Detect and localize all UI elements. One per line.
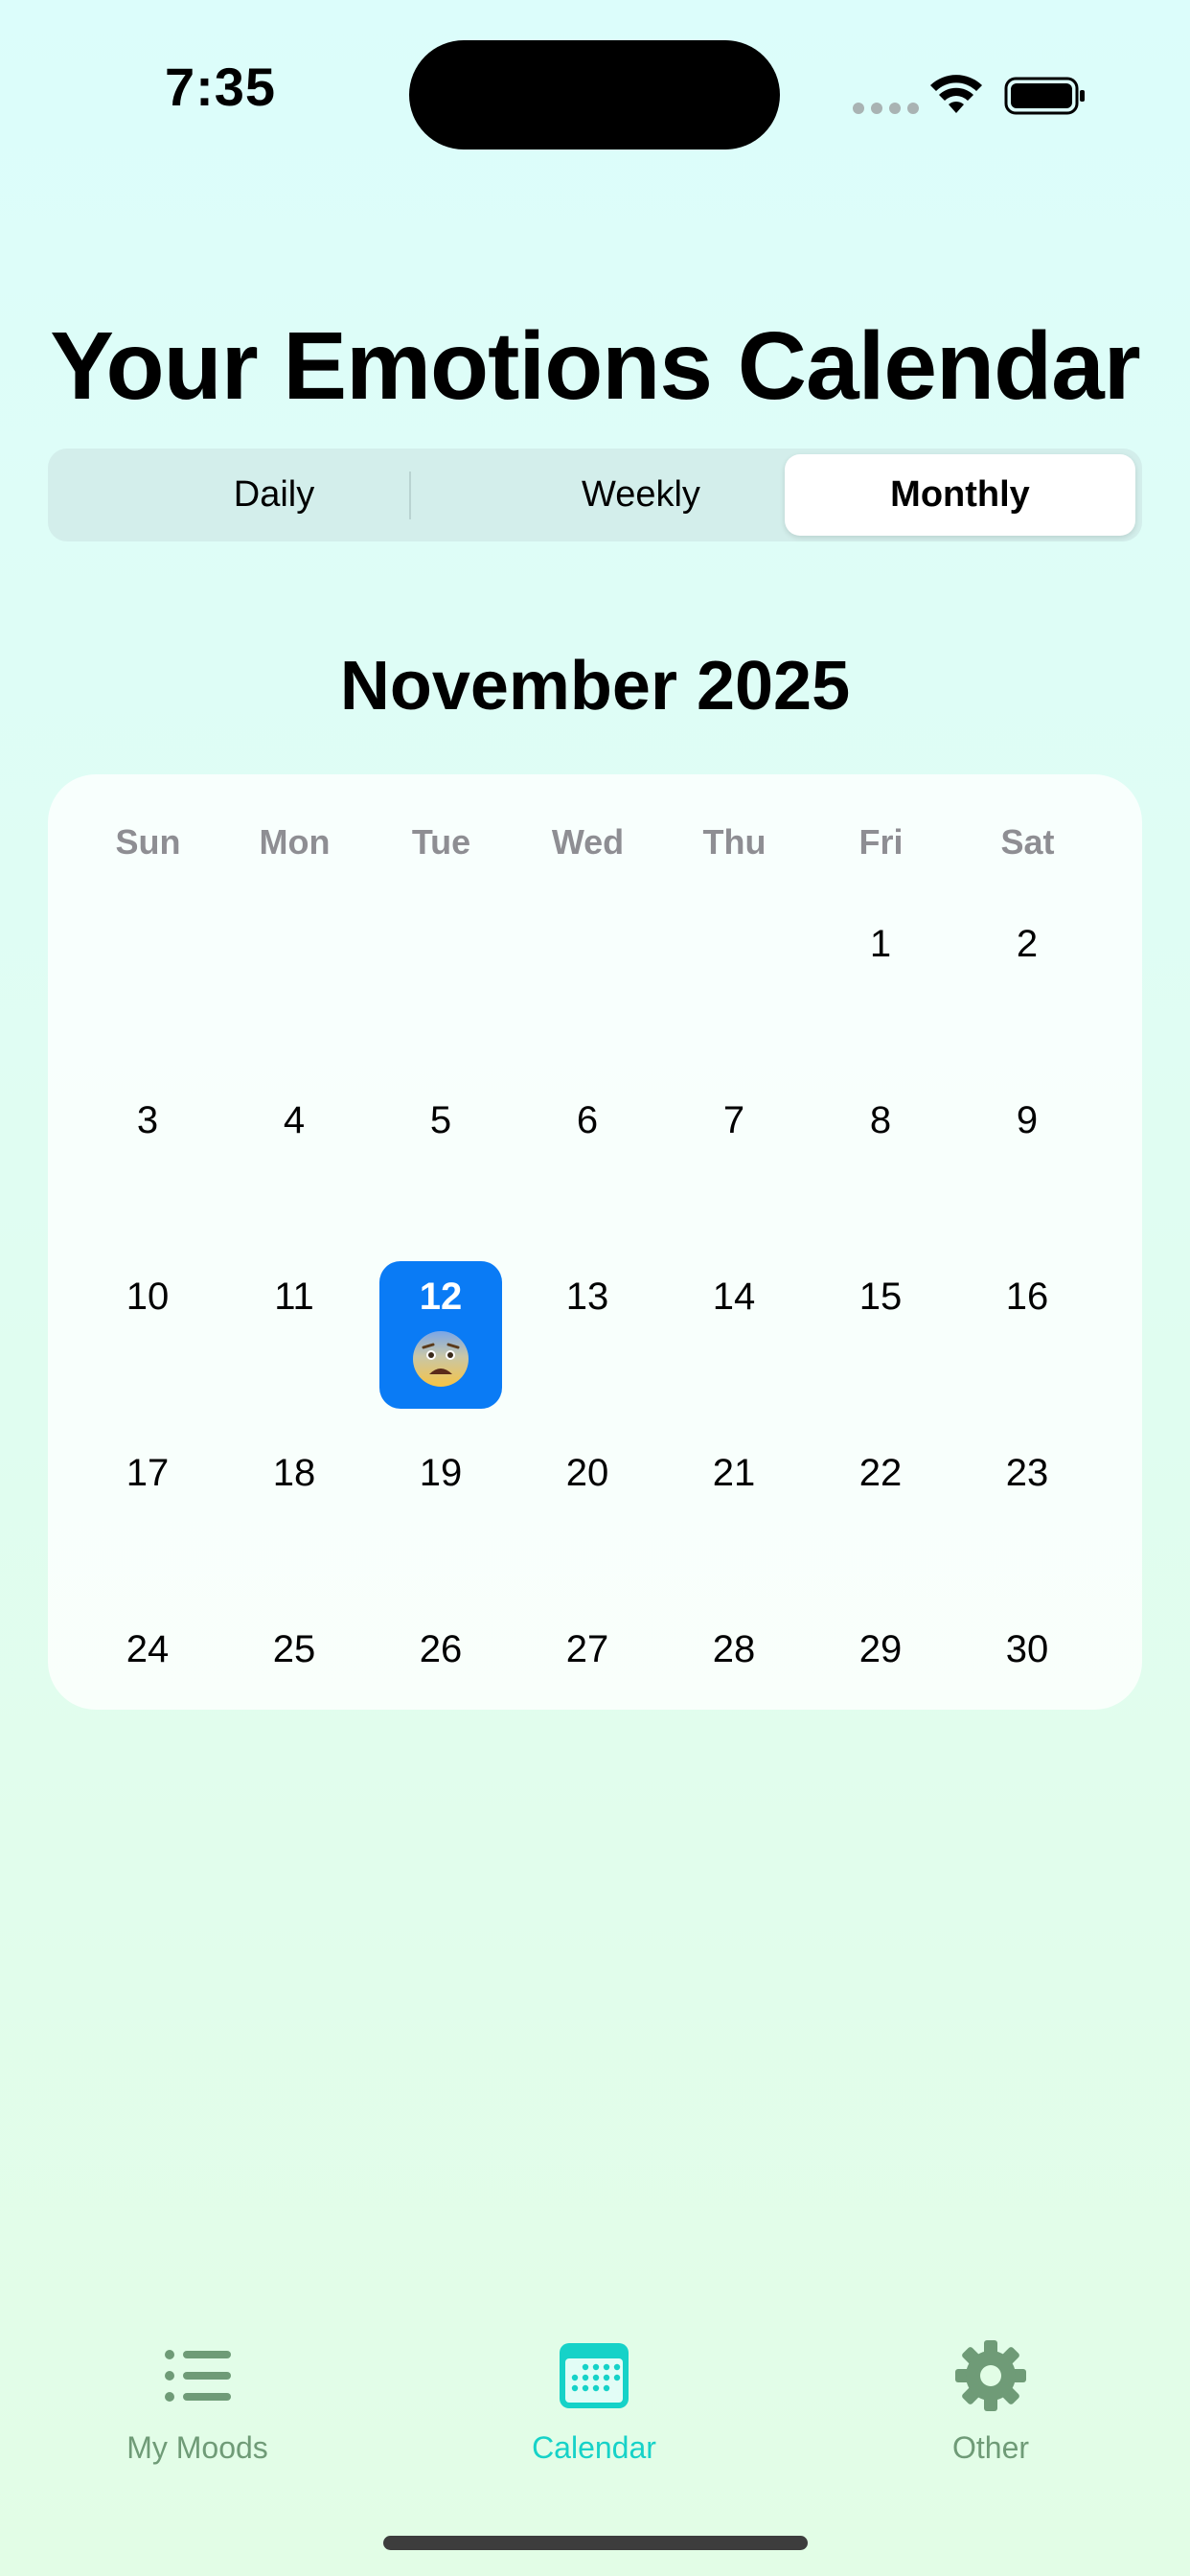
day-number: 26 (419, 1628, 463, 1670)
view-switcher: Daily Weekly Monthly (48, 448, 1142, 541)
weekday-tue: Tue (411, 822, 471, 862)
day-number: 22 (858, 1452, 903, 1494)
day-number: 18 (272, 1452, 316, 1494)
calendar-day-26[interactable]: 26 (379, 1614, 502, 1761)
tab-label-my-moods: My Moods (126, 2430, 268, 2465)
day-number: 12 (419, 1276, 463, 1318)
calendar-day-14[interactable]: 14 (673, 1261, 795, 1409)
day-number: 30 (1005, 1628, 1049, 1670)
day-number: 13 (565, 1276, 609, 1318)
weekday-thu: Thu (702, 822, 767, 862)
calendar-day-11[interactable]: 11 (233, 1261, 355, 1409)
calendar-grid: Sun Mon Tue Wed Thu Fri Sat 1 2 3 4 5 6 7 8 9 10 1… (48, 774, 1142, 1710)
day-number: 5 (429, 1099, 452, 1141)
calendar-day-3[interactable]: 3 (86, 1085, 209, 1232)
status-time: 7:35 (164, 57, 277, 117)
calendar-day-24[interactable]: 24 (86, 1614, 209, 1761)
weekday-mon: Mon (259, 822, 331, 862)
calendar-day-9[interactable]: 9 (966, 1085, 1088, 1232)
list-icon (165, 2350, 231, 2402)
calendar-day-18[interactable]: 18 (233, 1438, 355, 1585)
day-number: 3 (136, 1099, 159, 1141)
segment-divider (409, 472, 411, 519)
calendar-day-8[interactable]: 8 (819, 1085, 942, 1232)
tab-calendar[interactable]: Calendar (450, 2338, 738, 2466)
calendar-day-22[interactable]: 22 (819, 1438, 942, 1585)
day-number: 6 (576, 1099, 599, 1141)
calendar-day-17[interactable]: 17 (86, 1438, 209, 1585)
home-indicator[interactable] (383, 2536, 808, 2550)
day-number: 14 (712, 1276, 756, 1318)
weekday-fri: Fri (858, 822, 904, 862)
day-number: 19 (419, 1452, 463, 1494)
segment-monthly[interactable]: Monthly (785, 454, 1135, 536)
day-number: 23 (1005, 1452, 1049, 1494)
status-bar: 7:35 (0, 0, 1190, 192)
calendar-day-23[interactable]: 23 (966, 1438, 1088, 1585)
gear-icon (955, 2340, 1026, 2411)
calendar-day-6[interactable]: 6 (526, 1085, 649, 1232)
calendar-day-5[interactable]: 5 (379, 1085, 502, 1232)
month-title: November 2025 (339, 648, 851, 724)
day-number: 17 (126, 1452, 170, 1494)
day-number: 8 (869, 1099, 892, 1141)
calendar-day-2[interactable]: 2 (966, 908, 1088, 1056)
battery-icon (1004, 77, 1085, 115)
day-number: 29 (858, 1628, 903, 1670)
segment-weekly[interactable]: Weekly (465, 454, 817, 536)
cellular-signal-icon (853, 103, 919, 114)
day-number: 16 (1005, 1276, 1049, 1318)
tab-other[interactable]: Other (847, 2338, 1134, 2466)
day-number: 28 (712, 1628, 756, 1670)
anxious-face-emoji (413, 1331, 469, 1387)
calendar-day-10[interactable]: 10 (86, 1261, 209, 1409)
calendar-day-13[interactable]: 13 (526, 1261, 649, 1409)
calendar-day-21[interactable]: 21 (673, 1438, 795, 1585)
calendar-icon (560, 2343, 629, 2408)
calendar-day-27[interactable]: 27 (526, 1614, 649, 1761)
day-number: 9 (1016, 1099, 1039, 1141)
day-number: 2 (1016, 923, 1039, 965)
tab-label-other: Other (951, 2430, 1030, 2465)
weekday-wed: Wed (551, 822, 625, 862)
day-number: 24 (126, 1628, 170, 1670)
calendar-day-30[interactable]: 30 (966, 1614, 1088, 1761)
calendar-day-7[interactable]: 7 (673, 1085, 795, 1232)
day-number: 21 (712, 1452, 756, 1494)
day-number: 20 (565, 1452, 609, 1494)
weekday-sat: Sat (1000, 822, 1055, 862)
calendar-day-29[interactable]: 29 (819, 1614, 942, 1761)
dynamic-island (409, 40, 780, 150)
wifi-icon (930, 75, 982, 113)
day-number: 27 (565, 1628, 609, 1670)
calendar-day-19[interactable]: 19 (379, 1438, 502, 1585)
day-number: 4 (283, 1099, 306, 1141)
tab-my-moods[interactable]: My Moods (54, 2338, 341, 2466)
day-number: 25 (272, 1628, 316, 1670)
day-number: 7 (722, 1099, 745, 1141)
calendar-day-16[interactable]: 16 (966, 1261, 1088, 1409)
segment-daily[interactable]: Daily (98, 454, 450, 536)
calendar-day-1[interactable]: 1 (819, 908, 942, 1056)
page-title: Your Emotions Calendar (50, 312, 1140, 420)
day-number: 10 (126, 1276, 170, 1318)
day-number: 11 (274, 1276, 314, 1318)
tab-label-calendar: Calendar (532, 2430, 656, 2465)
calendar-day-12[interactable]: 12 (379, 1261, 502, 1409)
calendar-day-28[interactable]: 28 (673, 1614, 795, 1761)
calendar-day-4[interactable]: 4 (233, 1085, 355, 1232)
calendar-day-20[interactable]: 20 (526, 1438, 649, 1585)
weekday-sun: Sun (115, 822, 181, 862)
day-number: 15 (858, 1276, 903, 1318)
day-number: 1 (869, 923, 892, 965)
calendar-day-15[interactable]: 15 (819, 1261, 942, 1409)
calendar-day-25[interactable]: 25 (233, 1614, 355, 1761)
